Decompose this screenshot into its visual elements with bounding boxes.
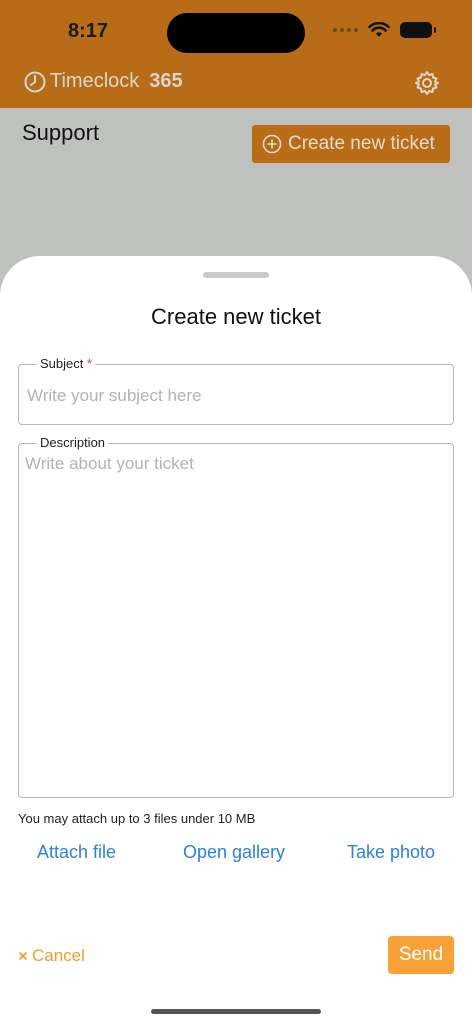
close-icon: [19, 952, 27, 960]
clock-logo-icon: [24, 71, 46, 92]
page-title: Support: [22, 120, 100, 145]
subject-label: Subject *: [37, 356, 96, 371]
cellular-signal-icon: [333, 28, 358, 32]
status-time: 8:17: [68, 20, 109, 42]
status-icons: [333, 22, 436, 38]
attach-file-button[interactable]: Attach file: [37, 842, 116, 863]
gear-icon[interactable]: [414, 70, 440, 96]
description-label: Description: [37, 435, 109, 450]
sheet-grabber[interactable]: [203, 272, 269, 278]
app-header: 8:17 Timeclock 365: [0, 0, 472, 108]
dynamic-island: [167, 13, 305, 53]
plus-circle-icon: [262, 134, 282, 154]
attach-note: You may attach up to 3 files under 10 MB: [18, 811, 256, 826]
cancel-label: Cancel: [32, 946, 85, 965]
brand-name: Timeclock: [50, 70, 140, 92]
brand-logo: Timeclock 365: [24, 70, 183, 93]
description-field[interactable]: Description Write about your ticket: [18, 435, 454, 798]
sheet-title: Create new ticket: [151, 304, 321, 329]
brand-number: 365: [149, 70, 183, 92]
take-photo-button[interactable]: Take photo: [347, 842, 435, 863]
subject-field[interactable]: Subject * Write your subject here: [18, 356, 454, 425]
wifi-icon: [368, 22, 390, 37]
create-ticket-sheet: Create new ticket Subject * Write your s…: [0, 256, 472, 1024]
cancel-button[interactable]: Cancel: [18, 946, 85, 966]
description-placeholder[interactable]: Write about your ticket: [25, 454, 194, 474]
home-indicator: [151, 1009, 321, 1014]
required-mark: *: [87, 356, 93, 371]
battery-icon: [400, 22, 436, 38]
send-label: Send: [398, 944, 444, 965]
subject-placeholder[interactable]: Write your subject here: [27, 386, 201, 406]
open-gallery-button[interactable]: Open gallery: [183, 842, 285, 863]
create-ticket-button[interactable]: Create new ticket: [252, 125, 450, 163]
create-ticket-label: Create new ticket: [288, 133, 435, 154]
send-button[interactable]: Send: [388, 936, 454, 974]
